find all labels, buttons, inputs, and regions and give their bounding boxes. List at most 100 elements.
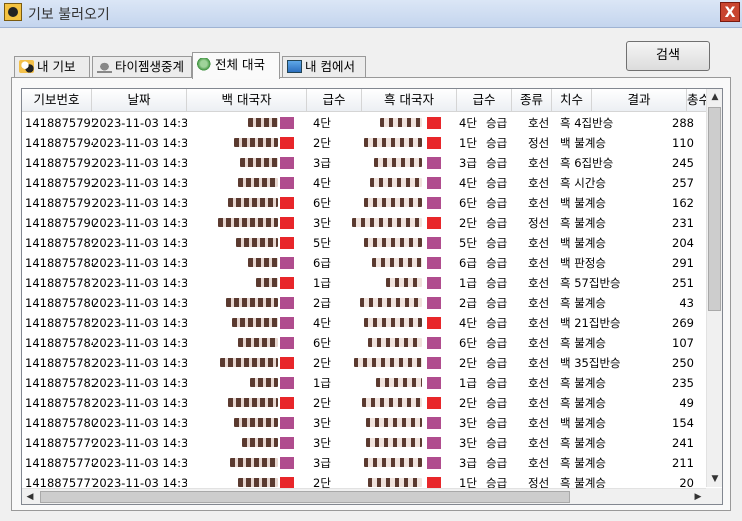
table-cell: 승급 [486,296,508,310]
table-row[interactable]: 1418875784 2023-11-03 14:30 6단 6단 승급 호선 흑 불계승 1… [22,333,706,353]
close-button[interactable]: X [720,2,740,22]
table-cell: 2023-11-03 14:30 [92,296,187,310]
white-player-name-obscured [238,338,278,347]
white-player-flag-icon [280,417,294,429]
black-player-flag-icon [427,257,441,269]
table-cell: 1418875782 [25,376,93,390]
table-row[interactable]: 1418875795 2023-11-03 14:31 4단 4단 승급 호선 흑 4집반승… [22,113,706,133]
tab-4[interactable]: 내 컴에서 [282,56,366,78]
table-cell: 3급 [459,456,477,470]
black-player-name-obscured [374,158,422,167]
column-header[interactable]: 백 대국자 [187,89,307,111]
table-row[interactable]: 1418875787 2023-11-03 14:30 1급 1급 승급 호선 흑 57집반… [22,273,706,293]
scroll-right-icon[interactable]: ▶ [690,489,706,504]
black-player-name-obscured [368,478,422,487]
tab-1[interactable]: 내 기보 [14,56,90,78]
white-player-name-obscured [220,358,278,367]
vertical-scrollbar[interactable]: ▲ ▼ [706,89,722,487]
table-cell: 5단 [313,236,331,250]
table-cell: 호선 [528,376,550,390]
go-board-icon [4,3,22,21]
table-cell: 정선 [528,216,550,230]
black-player-flag-icon [427,157,441,169]
table-cell: 1418875788 [25,256,93,270]
table-row[interactable]: 1418875789 2023-11-03 14:30 5단 5단 승급 호선 백 불계승 2… [22,233,706,253]
table-cell: 백 35집반승 [560,356,621,370]
search-button[interactable]: 검색 [626,41,710,71]
white-player-name-obscured [248,118,278,127]
table-cell: 251 [672,276,694,290]
table-row[interactable]: 1418875783 2023-11-03 14:30 2단 2단 승급 호선 백 35집반… [22,353,706,373]
tab-3[interactable]: 전체 대국 [192,52,280,79]
table-cell: 288 [672,116,694,130]
table-cell: 호선 [528,416,550,430]
scroll-up-icon[interactable]: ▲ [707,89,722,105]
black-player-name-obscured [364,238,422,247]
table-cell: 1418875795 [25,116,93,130]
table-cell: 흑 57집반승 [560,276,621,290]
table-cell: 승급 [486,136,508,150]
table-cell: 1단 [459,136,477,150]
tab-label: 타이젬생중계 [115,59,185,74]
column-header[interactable]: 날짜 [92,89,187,111]
table-cell: 2023-11-03 14:30 [92,316,187,330]
white-player-name-obscured [232,318,278,327]
list-header: 기보번호날짜백 대국자급수흑 대국자급수종류치수결과총수순대국 [22,89,722,112]
table-row[interactable]: 1418875778 2023-11-03 14:30 3급 3급 승급 호선 흑 불계승 2… [22,453,706,473]
table-cell: 호선 [528,296,550,310]
horizontal-scroll-thumb[interactable] [40,491,570,503]
table-cell: 2023-11-03 14:30 [92,416,187,430]
table-cell: 승급 [486,276,508,290]
table-cell: 162 [672,196,694,210]
white-player-flag-icon [280,217,294,229]
table-row[interactable]: 1418875785 2023-11-03 14:30 4단 4단 승급 호선 백 21집반… [22,313,706,333]
scroll-left-icon[interactable]: ◀ [22,489,38,504]
black-player-flag-icon [427,377,441,389]
table-cell: 승급 [486,156,508,170]
table-cell: 4단 [459,176,477,190]
table-cell: 1418875787 [25,276,93,290]
table-cell: 호선 [528,196,550,210]
column-header[interactable]: 급수 [307,89,362,111]
table-row[interactable]: 1418875788 2023-11-03 14:30 6급 6급 승급 호선 백 판정승 2… [22,253,706,273]
table-row[interactable]: 1418875781 2023-11-03 14:30 2단 2단 승급 호선 흑 불계승 4… [22,393,706,413]
column-header[interactable]: 흑 대국자 [362,89,457,111]
column-header[interactable]: 기보번호 [22,89,92,111]
table-cell: 백 21집반승 [560,316,621,330]
table-row[interactable]: 1418875786 2023-11-03 14:30 2급 2급 승급 호선 흑 불계승 4… [22,293,706,313]
table-cell: 2급 [313,296,331,310]
table-row[interactable]: 1418875792 2023-11-03 14:31 4단 4단 승급 호선 흑 시간승 2… [22,173,706,193]
table-row[interactable]: 1418875780 2023-11-03 14:30 3단 3단 승급 호선 백 불계승 1… [22,413,706,433]
table-row[interactable]: 1418875793 2023-11-03 14:31 3급 3급 승급 호선 흑 6집반승… [22,153,706,173]
table-cell: 291 [672,256,694,270]
black-player-flag-icon [427,197,441,209]
table-cell: 승급 [486,356,508,370]
table-row[interactable]: 1418875782 2023-11-03 14:30 1급 1급 승급 호선 흑 불계승 2… [22,373,706,393]
vertical-scroll-thumb[interactable] [708,107,721,311]
tab-label: 내 기보 [37,59,76,74]
black-player-name-obscured [372,258,422,267]
white-player-name-obscured [234,138,278,147]
horizontal-scrollbar[interactable]: ◀ ▶ [22,488,706,504]
table-cell: 1418875794 [25,136,93,150]
table-cell: 승급 [486,256,508,270]
column-header[interactable]: 급수 [457,89,512,111]
white-player-flag-icon [280,337,294,349]
table-cell: 1418875779 [25,436,93,450]
table-row[interactable]: 1418875791 2023-11-03 14:31 6단 6단 승급 호선 백 불계승 1… [22,193,706,213]
table-row[interactable]: 1418875794 2023-11-03 14:31 2단 1단 승급 정선 백 불계승 1… [22,133,706,153]
table-cell: 1418875790 [25,216,93,230]
table-row[interactable]: 1418875790 2023-11-03 14:30 3단 2단 승급 정선 흑 불계승 2… [22,213,706,233]
white-player-name-obscured [236,238,278,247]
column-header[interactable]: 결과 [592,89,687,111]
scroll-down-icon[interactable]: ▼ [707,471,722,487]
column-header[interactable]: 치수 [552,89,592,111]
table-cell: 1418875786 [25,296,93,310]
table-row[interactable]: 1418875779 2023-11-03 14:30 3단 3단 승급 호선 흑 불계승 2… [22,433,706,453]
column-header[interactable]: 종류 [512,89,552,111]
white-player-name-obscured [256,278,278,287]
tab-2[interactable]: 타이젬생중계 [92,56,192,78]
table-cell: 1418875791 [25,196,93,210]
table-cell: 250 [672,356,694,370]
white-player-flag-icon [280,257,294,269]
